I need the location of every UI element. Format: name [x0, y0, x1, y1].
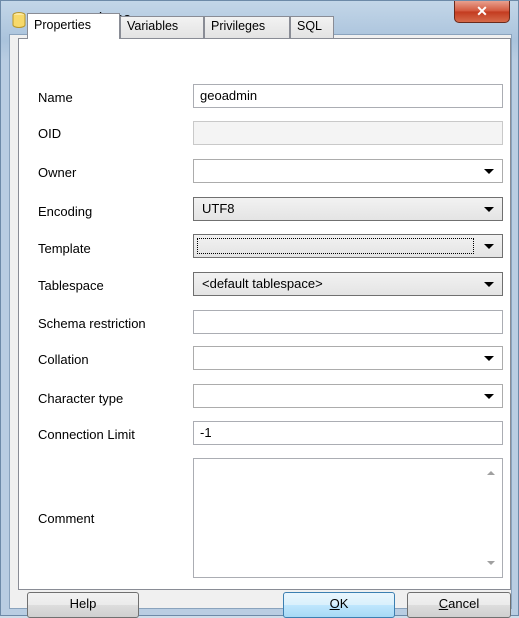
tab-label: Variables: [127, 19, 179, 33]
encoding-label: Encoding: [38, 204, 93, 219]
comment-textarea[interactable]: [193, 458, 503, 578]
connection-limit-value: -1: [200, 425, 212, 440]
tablespace-select[interactable]: <default tablespace>: [193, 272, 503, 296]
chevron-down-icon: [484, 169, 494, 174]
focus-ring: [197, 238, 474, 254]
encoding-value: UTF8: [202, 201, 235, 216]
help-button[interactable]: Help: [27, 592, 139, 618]
ok-button[interactable]: OK: [283, 592, 395, 618]
character-type-select[interactable]: [193, 384, 503, 408]
tab-properties[interactable]: Properties: [27, 13, 120, 39]
connection-limit-input[interactable]: -1: [193, 421, 503, 445]
chevron-down-icon: [484, 282, 494, 287]
tab-label: Privileges: [211, 19, 266, 33]
tablespace-label: Tablespace: [38, 278, 104, 293]
cancel-button[interactable]: Cancel: [407, 592, 511, 618]
oid-label: OID: [38, 126, 62, 141]
scroll-up-icon[interactable]: [487, 471, 495, 475]
encoding-select[interactable]: UTF8: [193, 197, 503, 221]
cancel-mnemonic: C: [438, 596, 449, 611]
help-button-label: Help: [69, 596, 97, 611]
close-icon: ✕: [476, 3, 488, 19]
template-label: Template: [38, 241, 91, 256]
chevron-down-icon: [484, 356, 494, 361]
character-type-label: Character type: [38, 391, 124, 406]
ok-mnemonic: O: [329, 596, 340, 611]
name-label: Name: [38, 90, 73, 105]
oid-input: [193, 121, 503, 145]
close-button[interactable]: ✕: [454, 1, 510, 23]
chevron-down-icon: [484, 207, 494, 212]
ok-button-label: K: [339, 596, 349, 611]
comment-label: Comment: [38, 511, 95, 526]
tab-label: SQL: [297, 19, 323, 33]
chevron-down-icon: [484, 394, 494, 399]
owner-label: Owner: [38, 165, 77, 180]
schema-restriction-input[interactable]: [193, 310, 503, 334]
template-select[interactable]: [193, 234, 503, 258]
chevron-down-icon: [484, 244, 494, 249]
tab-sql[interactable]: SQL: [290, 16, 334, 38]
connection-limit-label: Connection Limit: [38, 427, 135, 442]
collation-select[interactable]: [193, 346, 503, 370]
database-icon: [12, 12, 26, 28]
collation-label: Collation: [38, 352, 89, 367]
tab-privileges[interactable]: Privileges: [204, 16, 290, 38]
owner-select[interactable]: [193, 159, 503, 183]
tab-label: Properties: [34, 18, 91, 32]
tab-variables[interactable]: Variables: [120, 16, 204, 38]
scroll-down-icon[interactable]: [487, 561, 495, 565]
name-value: geoadmin: [200, 88, 258, 103]
name-input[interactable]: geoadmin: [193, 84, 503, 108]
schema-restriction-label: Schema restriction: [38, 316, 146, 331]
cancel-button-label: ancel: [448, 596, 480, 611]
tablespace-value: <default tablespace>: [202, 276, 323, 291]
